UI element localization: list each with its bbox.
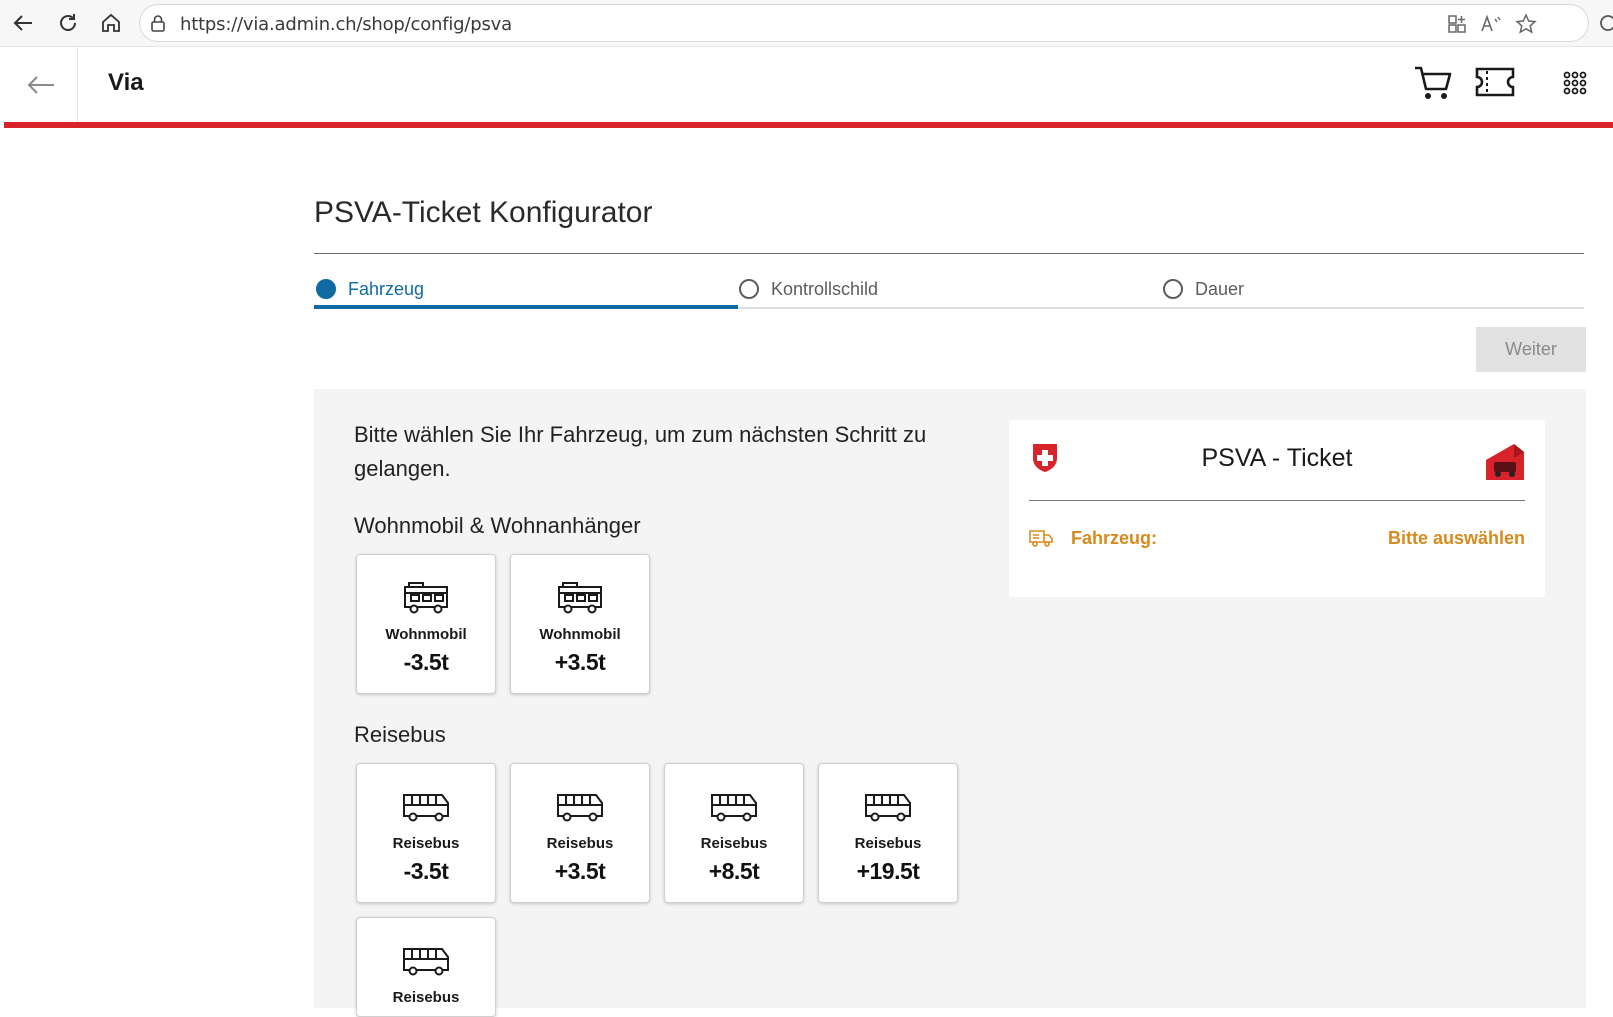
lock-icon[interactable] xyxy=(150,14,166,32)
favorite-star-icon[interactable] xyxy=(1515,13,1537,35)
summary-divider xyxy=(1029,500,1525,501)
read-aloud-icon[interactable] xyxy=(1480,13,1502,35)
ticket-icon[interactable] xyxy=(1475,67,1515,97)
vehicle-name: Reisebus xyxy=(392,835,460,852)
step-label: Fahrzeug xyxy=(348,278,425,299)
next-button[interactable]: Weiter xyxy=(1476,327,1586,372)
step-dauer[interactable]: Dauer xyxy=(1163,270,1244,308)
vehicle-tile-reisebus-minus-3-5t[interactable]: Reisebus -3.5t xyxy=(356,763,496,903)
vehicle-name: Reisebus xyxy=(854,835,922,852)
title-divider xyxy=(314,253,1584,254)
vehicle-tile-reisebus-fifth[interactable]: Reisebus xyxy=(356,917,496,1017)
step-radio xyxy=(739,279,759,299)
ticket-summary-card: PSVA - Ticket Fahrzeug: Bitte auswählen xyxy=(1009,420,1545,597)
bus-icon xyxy=(555,790,605,824)
url-text[interactable]: https://via.admin.ch/shop/config/psva xyxy=(180,14,512,35)
extensions-icon[interactable] xyxy=(1595,10,1613,36)
bus-icon xyxy=(709,790,759,824)
steps-progress xyxy=(314,305,738,309)
vehicle-tile-wohnmobil-minus-3-5t[interactable]: Wohnmobil -3.5t xyxy=(356,554,496,694)
home-icon[interactable] xyxy=(98,10,124,36)
vehicle-tile-reisebus-plus-19-5t[interactable]: Reisebus +19.5t xyxy=(818,763,958,903)
instruction-text: Bitte wählen Sie Ihr Fahrzeug, um zum nä… xyxy=(354,422,927,481)
camper-icon xyxy=(401,581,451,615)
vehicle-tile-wohnmobil-plus-3-5t[interactable]: Wohnmobil +3.5t xyxy=(510,554,650,694)
step-fahrzeug[interactable]: Fahrzeug xyxy=(316,270,424,308)
vehicle-weight: -3.5t xyxy=(403,858,449,884)
ticket-vehicle-icon xyxy=(1484,440,1526,482)
bus-icon xyxy=(863,790,913,824)
header-accent-line xyxy=(4,122,1613,128)
bus-icon xyxy=(401,790,451,824)
field-value-fahrzeug: Bitte auswählen xyxy=(1387,528,1525,548)
vehicle-name: Wohnmobil xyxy=(385,626,467,643)
back-arrow-icon xyxy=(26,75,56,95)
app-header: Via xyxy=(4,47,1613,122)
vehicle-name: Reisebus xyxy=(546,835,614,852)
summary-title: PSVA - Ticket xyxy=(1201,444,1353,472)
step-kontrollschild[interactable]: Kontrollschild xyxy=(739,270,878,308)
vehicle-name: Reisebus xyxy=(700,835,768,852)
step-label: Kontrollschild xyxy=(771,278,879,299)
truck-icon xyxy=(1029,528,1053,548)
reload-icon[interactable] xyxy=(55,10,81,36)
vehicle-name: Wohnmobil xyxy=(539,626,621,643)
cart-icon[interactable] xyxy=(1414,65,1452,101)
browser-back-icon[interactable] xyxy=(10,10,36,36)
field-label-fahrzeug: Fahrzeug: xyxy=(1071,528,1158,548)
group-title-wohnmobil: Wohnmobil & Wohnanhänger xyxy=(354,513,641,538)
bus-icon xyxy=(401,944,451,978)
back-button[interactable] xyxy=(4,47,78,122)
vehicle-tile-reisebus-plus-3-5t[interactable]: Reisebus +3.5t xyxy=(510,763,650,903)
group-title-reisebus: Reisebus xyxy=(354,722,446,747)
step-label: Dauer xyxy=(1195,278,1245,299)
vehicle-name: Reisebus xyxy=(392,989,460,1006)
apps-grid-icon[interactable] xyxy=(1563,71,1587,95)
vehicle-tile-reisebus-plus-8-5t[interactable]: Reisebus +8.5t xyxy=(664,763,804,903)
camper-icon xyxy=(555,581,605,615)
page-title: PSVA-Ticket Konfigurator xyxy=(314,196,653,229)
vehicle-weight: -3.5t xyxy=(403,649,449,675)
step-radio xyxy=(316,279,336,299)
address-bar[interactable]: https://via.admin.ch/shop/config/psva xyxy=(139,4,1589,42)
vehicle-weight: +3.5t xyxy=(554,649,606,675)
browser-toolbar: https://via.admin.ch/shop/config/psva xyxy=(0,0,1613,47)
vehicle-weight: +3.5t xyxy=(554,858,606,884)
app-grid-icon[interactable] xyxy=(1446,13,1468,35)
vehicle-weight: +19.5t xyxy=(856,858,920,884)
vehicle-weight: +8.5t xyxy=(708,858,760,884)
app-title: Via xyxy=(108,69,144,96)
step-radio xyxy=(1163,279,1183,299)
